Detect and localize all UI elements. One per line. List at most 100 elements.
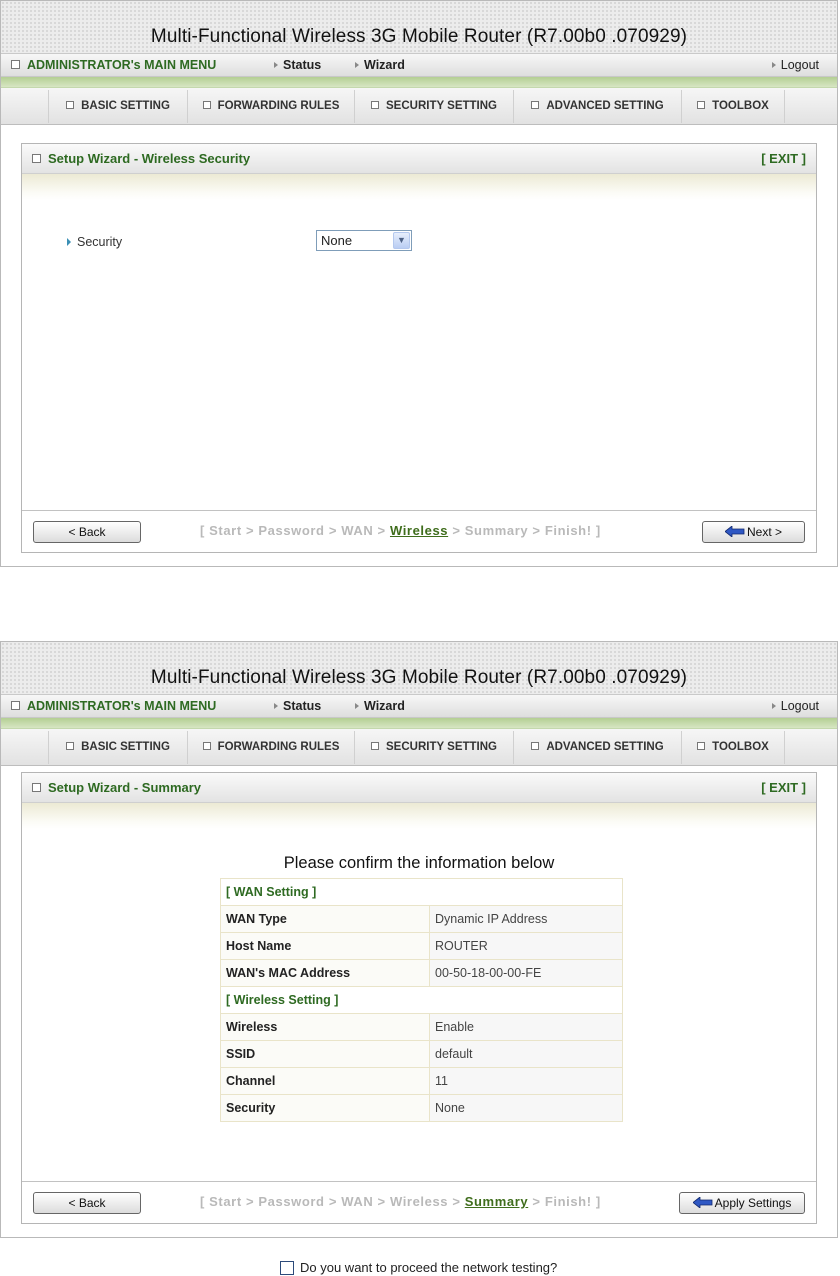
logout-link[interactable]: Logout bbox=[771, 699, 819, 713]
next-label: Next > bbox=[746, 525, 782, 539]
status-menu-link[interactable]: Status bbox=[274, 58, 321, 72]
status-label: Status bbox=[283, 699, 322, 713]
square-icon bbox=[202, 741, 211, 750]
panel-band bbox=[22, 174, 816, 200]
square-icon bbox=[202, 100, 211, 109]
panel-title: Setup Wizard - Summary bbox=[32, 780, 201, 795]
wizard-footer: < Back [ Start > Password > WAN > Wirele… bbox=[22, 1181, 816, 1223]
crumb-before: Start > Password > WAN > bbox=[209, 523, 390, 538]
table-row: Host Name ROUTER bbox=[220, 932, 623, 960]
wizard-menu-link[interactable]: Wizard bbox=[355, 58, 405, 72]
summary-table: [ WAN Setting ] WAN Type Dynamic IP Addre… bbox=[220, 878, 623, 1122]
tab-basic-setting[interactable]: BASIC SETTING bbox=[48, 731, 187, 764]
square-icon bbox=[697, 741, 706, 750]
confirm-heading: Please confirm the information below bbox=[283, 854, 555, 872]
tab-toolbox[interactable]: TOOLBOX bbox=[681, 90, 785, 123]
exit-link[interactable]: [ EXIT ] bbox=[761, 151, 806, 166]
tab-advanced-setting[interactable]: ADVANCED SETTING bbox=[513, 731, 681, 764]
tab-label: FORWARDING RULES bbox=[217, 741, 340, 753]
tab-label: SECURITY SETTING bbox=[386, 100, 497, 112]
row-value: default bbox=[429, 1040, 623, 1068]
security-select[interactable]: None ▼ bbox=[316, 230, 412, 251]
square-icon bbox=[371, 741, 380, 750]
square-icon bbox=[32, 783, 41, 793]
panel-title-text: Setup Wizard - Summary bbox=[48, 780, 202, 795]
table-row: SSID default bbox=[220, 1040, 623, 1068]
wizard-menu-link[interactable]: Wizard bbox=[355, 699, 405, 713]
crumb-after: > Summary > Finish! ] bbox=[448, 523, 601, 538]
row-key: WAN's MAC Address bbox=[220, 959, 430, 987]
square-icon bbox=[11, 60, 20, 70]
back-button[interactable]: < Back bbox=[33, 1192, 141, 1214]
panel-title-text: Setup Wizard - Wireless Security bbox=[48, 151, 251, 166]
main-menu-bar: ADMINISTRATOR's MAIN MENU Status Wizard … bbox=[1, 54, 837, 77]
admin-menu-label: ADMINISTRATOR's MAIN MENU bbox=[27, 699, 217, 713]
wan-setting-header: [ WAN Setting ] bbox=[220, 878, 623, 906]
arrow-left-icon bbox=[724, 526, 745, 538]
logout-label: Logout bbox=[780, 58, 819, 72]
row-key: Host Name bbox=[220, 932, 430, 960]
tab-label: TOOLBOX bbox=[712, 100, 769, 112]
row-value: Dynamic IP Address bbox=[429, 905, 623, 933]
square-icon bbox=[11, 701, 20, 711]
table-row: WAN's MAC Address 00-50-18-00-00-FE bbox=[220, 959, 623, 987]
table-section-row: [ WAN Setting ] bbox=[220, 878, 623, 906]
row-value: Enable bbox=[429, 1013, 623, 1041]
apply-settings-button[interactable]: Apply Settings bbox=[679, 1192, 805, 1214]
router-window-wireless-security: Multi-Functional Wireless 3G Mobile Rout… bbox=[0, 0, 838, 567]
row-value: ROUTER bbox=[429, 932, 623, 960]
network-test-checkbox[interactable] bbox=[280, 1260, 294, 1275]
security-select-value: None bbox=[321, 233, 353, 248]
row-key: Security bbox=[220, 1094, 430, 1122]
settings-tabs: BASIC SETTING FORWARDING RULES SECURITY … bbox=[1, 729, 837, 766]
tab-basic-setting[interactable]: BASIC SETTING bbox=[48, 90, 187, 123]
exit-link[interactable]: [ EXIT ] bbox=[761, 780, 806, 795]
crumb-after: > Finish! ] bbox=[528, 1194, 601, 1209]
row-key: Wireless bbox=[220, 1013, 430, 1041]
security-field-label: Security bbox=[67, 235, 122, 249]
tab-forwarding-rules[interactable]: FORWARDING RULES bbox=[187, 90, 354, 123]
table-row: Security None bbox=[220, 1094, 623, 1122]
tab-security-setting[interactable]: SECURITY SETTING bbox=[354, 731, 513, 764]
settings-tabs: BASIC SETTING FORWARDING RULES SECURITY … bbox=[1, 88, 837, 125]
security-label: Security bbox=[77, 235, 123, 249]
square-icon bbox=[66, 100, 75, 109]
arrow-right-icon bbox=[771, 702, 776, 709]
main-menu-bar: ADMINISTRATOR's MAIN MENU Status Wizard … bbox=[1, 695, 837, 718]
tab-label: BASIC SETTING bbox=[81, 100, 170, 112]
status-menu-link[interactable]: Status bbox=[274, 699, 321, 713]
chevron-down-icon[interactable]: ▼ bbox=[393, 232, 410, 249]
arrow-left-icon bbox=[692, 1197, 713, 1209]
network-test-option: Do you want to proceed the network testi… bbox=[280, 1260, 557, 1276]
admin-main-menu-link[interactable]: ADMINISTRATOR's MAIN MENU bbox=[11, 699, 216, 713]
crumb-current-step: Summary bbox=[464, 1194, 529, 1209]
arrow-right-icon bbox=[274, 702, 278, 709]
app-title: Multi-Functional Wireless 3G Mobile Rout… bbox=[150, 667, 688, 688]
tab-advanced-setting[interactable]: ADVANCED SETTING bbox=[513, 90, 681, 123]
status-label: Status bbox=[283, 58, 322, 72]
title-bar: Multi-Functional Wireless 3G Mobile Rout… bbox=[1, 1, 837, 54]
title-bar: Multi-Functional Wireless 3G Mobile Rout… bbox=[1, 642, 837, 695]
panel-title: Setup Wizard - Wireless Security bbox=[32, 151, 250, 166]
panel-header: Setup Wizard - Summary [ EXIT ] bbox=[22, 773, 816, 803]
network-test-label: Do you want to proceed the network testi… bbox=[300, 1260, 558, 1275]
arrow-right-icon bbox=[67, 238, 71, 246]
logout-link[interactable]: Logout bbox=[771, 58, 819, 72]
square-icon bbox=[371, 100, 380, 109]
tab-toolbox[interactable]: TOOLBOX bbox=[681, 731, 785, 764]
tab-forwarding-rules[interactable]: FORWARDING RULES bbox=[187, 731, 354, 764]
crumb-before: Start > Password > WAN > Wireless > bbox=[209, 1194, 465, 1209]
square-icon bbox=[531, 100, 540, 109]
row-value: None bbox=[429, 1094, 623, 1122]
square-icon bbox=[697, 100, 706, 109]
tab-security-setting[interactable]: SECURITY SETTING bbox=[354, 90, 513, 123]
wizard-panel: Setup Wizard - Wireless Security [ EXIT … bbox=[21, 143, 817, 553]
wizard-panel: Setup Wizard - Summary [ EXIT ] Please c… bbox=[21, 772, 817, 1275]
next-button[interactable]: Next > bbox=[702, 521, 805, 543]
tab-label: TOOLBOX bbox=[712, 741, 769, 753]
back-button[interactable]: < Back bbox=[33, 521, 141, 543]
tab-label: ADVANCED SETTING bbox=[546, 100, 664, 112]
admin-main-menu-link[interactable]: ADMINISTRATOR's MAIN MENU bbox=[11, 58, 216, 72]
row-key: SSID bbox=[220, 1040, 430, 1068]
logout-label: Logout bbox=[780, 699, 819, 713]
